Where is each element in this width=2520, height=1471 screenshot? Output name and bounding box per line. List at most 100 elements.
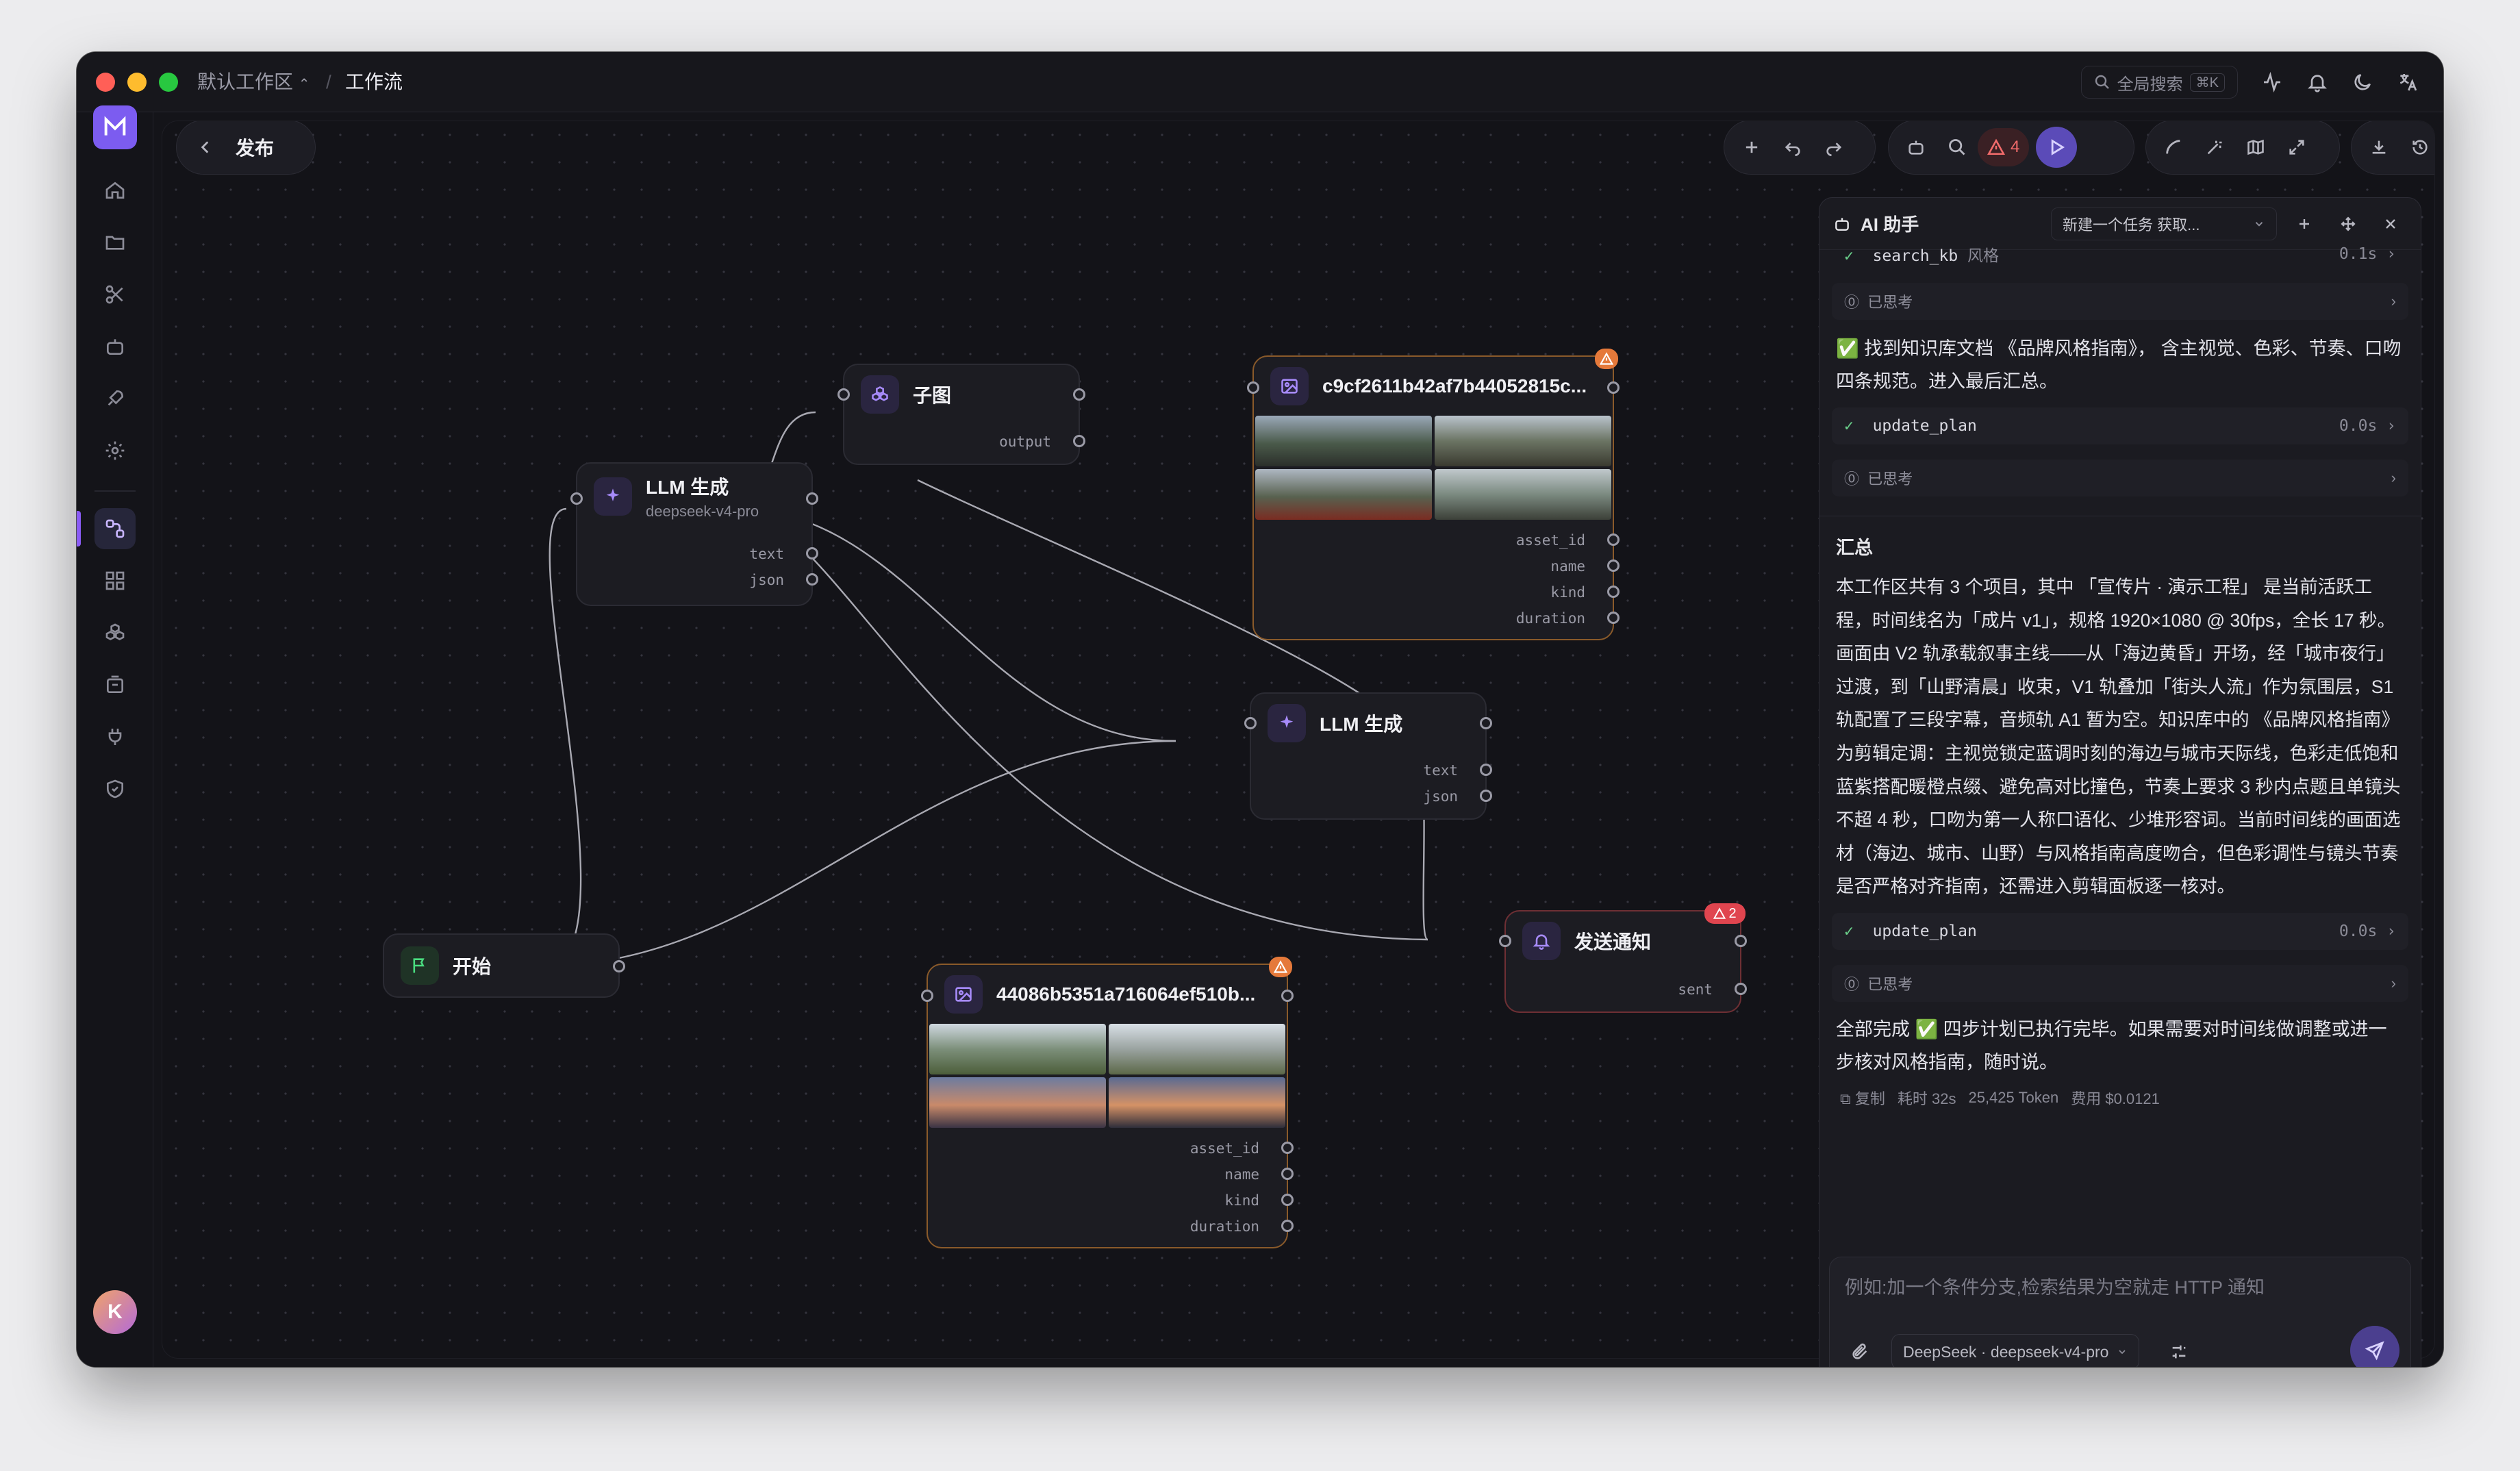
port-handle[interactable] — [1281, 1220, 1294, 1232]
undo-button[interactable] — [1772, 127, 1813, 168]
output-handle[interactable] — [1480, 717, 1492, 729]
publish-label[interactable]: 发布 — [236, 134, 274, 161]
port-handle[interactable] — [1281, 1168, 1294, 1180]
sidebar-item-security[interactable] — [94, 768, 136, 809]
back-button[interactable] — [185, 127, 226, 168]
input-handle[interactable] — [570, 492, 583, 505]
history-button[interactable] — [2399, 127, 2434, 168]
output-handle[interactable] — [613, 960, 625, 972]
robot-icon — [107, 339, 123, 355]
node-subgraph[interactable]: 子图 output — [837, 364, 1085, 465]
sidebar-item-library[interactable] — [94, 664, 136, 705]
model-select[interactable]: DeepSeek · deepseek-v4-pro — [1891, 1334, 2140, 1367]
thumbnail — [1109, 1077, 1285, 1128]
thought-toggle[interactable]: ⓪ 已思考 › — [1832, 283, 2408, 320]
input-handle[interactable] — [1499, 935, 1511, 947]
node-notify[interactable]: 发送通知 sent 2 — [1499, 903, 1747, 1013]
thought-toggle[interactable]: ⓪ 已思考 › — [1832, 964, 2408, 1002]
input-handle[interactable] — [837, 388, 850, 401]
port-handle[interactable] — [1607, 586, 1620, 598]
port-json-handle[interactable] — [806, 573, 818, 586]
close-window-button[interactable] — [96, 73, 115, 92]
bell-icon[interactable] — [2306, 71, 2328, 93]
node-error-badge[interactable]: 2 — [1704, 903, 1746, 924]
auto-layout-button[interactable] — [2194, 127, 2235, 168]
node-start[interactable]: 开始 — [383, 933, 625, 998]
port-handle[interactable] — [1607, 612, 1620, 624]
moon-icon[interactable] — [2352, 71, 2373, 93]
copy-button[interactable]: ⧉ 复制 — [1840, 1087, 1885, 1109]
output-handle[interactable] — [806, 492, 818, 505]
sidebar-item-settings[interactable] — [94, 430, 136, 471]
tool-call-update-plan[interactable]: ✓ update_plan 0.0s › — [1832, 912, 2408, 950]
node-llm-1[interactable]: LLM 生成 deepseek-v4-pro text json — [570, 462, 818, 606]
node-warning-badge[interactable] — [1269, 957, 1292, 977]
sidebar-item-plugins[interactable] — [94, 716, 136, 757]
port-asset-id-label: asset_id — [1515, 532, 1585, 549]
sidebar-item-apps[interactable] — [94, 560, 136, 601]
bell-icon — [1522, 922, 1561, 960]
thought-toggle[interactable]: ⓪ 已思考 › — [1832, 460, 2408, 496]
view-toolbar — [2145, 121, 2340, 175]
tool-call-update-plan[interactable]: ✓ update_plan 0.0s › — [1832, 407, 2408, 444]
sidebar-item-workflow[interactable] — [94, 508, 136, 549]
prompt-input[interactable]: 例如:加一个条件分支,检索结果为空就走 HTTP 通知 — [1845, 1272, 2395, 1299]
sidebar-item-models[interactable] — [94, 612, 136, 653]
port-text-handle[interactable] — [806, 547, 818, 560]
sidebar-item-editor[interactable] — [94, 274, 136, 315]
ai-assistant-button[interactable] — [1895, 127, 1937, 168]
port-json-handle[interactable] — [1480, 790, 1492, 802]
fit-view-button[interactable] — [2276, 127, 2317, 168]
node-image-1[interactable]: c9cf2611b42af7b44052815c... asset_id nam… — [1247, 349, 1620, 640]
port-sent-handle[interactable] — [1735, 983, 1747, 995]
output-handle[interactable] — [1073, 388, 1085, 401]
add-node-button[interactable] — [1731, 127, 1772, 168]
settings-button[interactable] — [2164, 1337, 2194, 1367]
edge-style-button[interactable] — [2153, 127, 2194, 168]
translate-icon[interactable] — [2397, 71, 2419, 93]
find-node-button[interactable] — [1937, 127, 1978, 168]
port-handle[interactable] — [1281, 1194, 1294, 1206]
warnings-button[interactable]: 4 — [1978, 128, 2030, 166]
port-output-handle[interactable] — [1073, 435, 1085, 447]
move-panel-button[interactable] — [2332, 216, 2365, 232]
output-handle[interactable] — [1281, 990, 1294, 1002]
attach-button[interactable] — [1845, 1337, 1875, 1367]
sparkle-icon — [594, 477, 632, 516]
input-handle[interactable] — [1247, 381, 1259, 394]
minimize-window-button[interactable] — [127, 73, 147, 92]
send-button[interactable] — [2350, 1326, 2399, 1367]
activity-icon[interactable] — [2261, 71, 2283, 93]
node-title: LLM 生成 — [646, 477, 729, 498]
run-button[interactable] — [2036, 127, 2078, 168]
output-handle[interactable] — [1735, 935, 1747, 947]
global-search-button[interactable]: 全局搜索 ⌘K — [2080, 66, 2238, 99]
port-handle[interactable] — [1607, 533, 1620, 546]
port-handle[interactable] — [1607, 560, 1620, 572]
node-llm-2[interactable]: LLM 生成 text json — [1244, 692, 1492, 820]
sidebar-item-deploy[interactable] — [94, 378, 136, 419]
node-image-2[interactable]: 44086b5351a716064ef510b... asset_id name… — [921, 957, 1294, 1248]
output-handle[interactable] — [1607, 381, 1620, 394]
sidebar-item-home[interactable] — [94, 170, 136, 211]
maximize-window-button[interactable] — [159, 73, 178, 92]
new-task-button[interactable] — [2286, 216, 2322, 232]
sidebar-item-agents[interactable] — [94, 326, 136, 367]
app-logo[interactable] — [93, 105, 137, 149]
port-text-handle[interactable] — [1480, 764, 1492, 776]
task-select[interactable]: 新建一个任务 获取... — [2051, 207, 2277, 240]
avatar[interactable]: K — [93, 1290, 137, 1334]
minimap-button[interactable] — [2235, 127, 2276, 168]
input-handle[interactable] — [921, 990, 933, 1002]
tool-call-search-kb[interactable]: ✓ search_kb 风格 0.1s › — [1832, 238, 2408, 271]
redo-button[interactable] — [1813, 127, 1854, 168]
node-warning-badge[interactable] — [1595, 349, 1618, 369]
download-button[interactable] — [2358, 127, 2399, 168]
workspace-switcher[interactable]: 默认工作区 ⌃ — [197, 67, 310, 99]
port-handle[interactable] — [1281, 1142, 1294, 1154]
close-panel-button[interactable] — [2374, 216, 2407, 232]
gear-icon — [105, 441, 125, 460]
sidebar-item-projects[interactable] — [94, 222, 136, 263]
cubes-icon — [105, 623, 125, 640]
input-handle[interactable] — [1244, 717, 1257, 729]
